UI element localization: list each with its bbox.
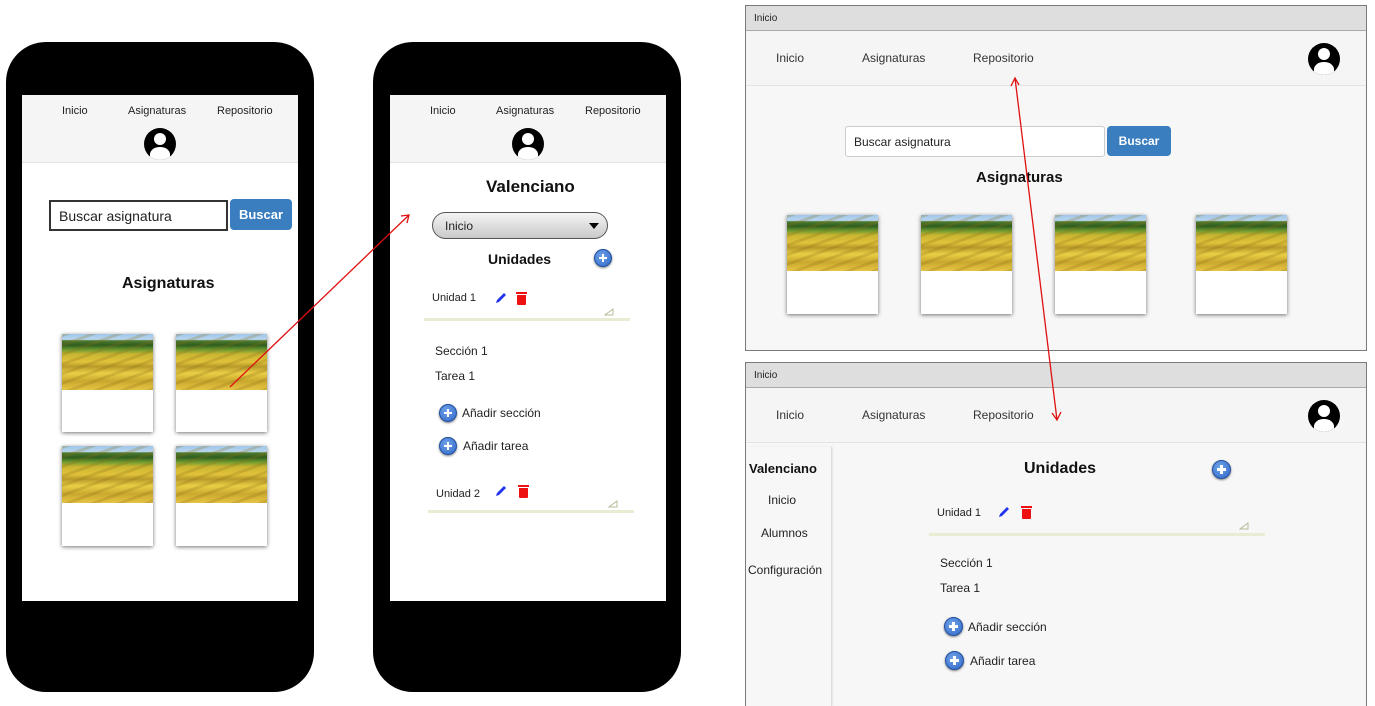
flow-arrows: [229, 76, 1062, 422]
arrow-repositorio-link: [1010, 76, 1062, 422]
arrow-card-to-course: [229, 214, 410, 388]
